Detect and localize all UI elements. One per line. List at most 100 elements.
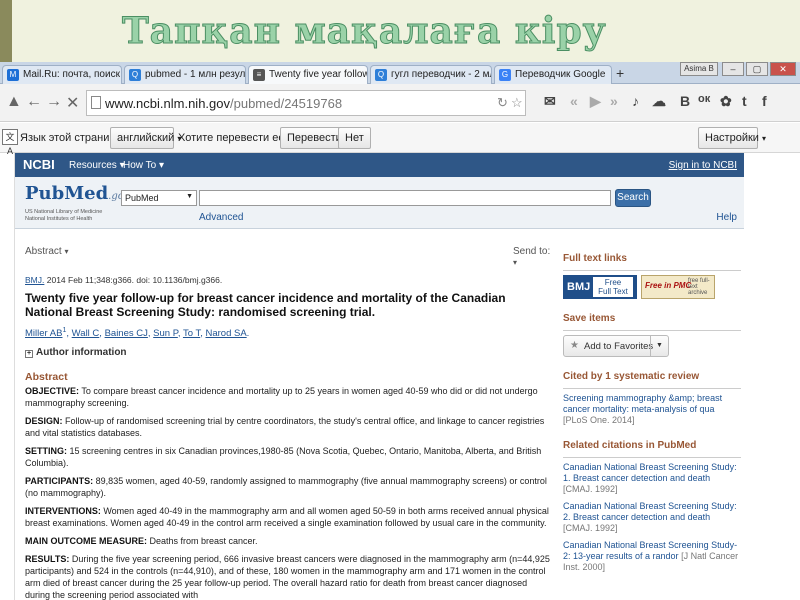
chevron-down-icon: ▼ xyxy=(186,193,193,200)
chevron-down-icon: ▾ xyxy=(158,160,164,171)
tab-label: гугл переводчик - 2 млн ре xyxy=(391,69,491,80)
author-list: Miller AB1, Wall C, Baines CJ, Sun P, To… xyxy=(25,327,250,340)
page-icon xyxy=(91,96,101,109)
divider xyxy=(563,388,741,389)
author-link[interactable]: Sun P xyxy=(153,328,178,339)
tab-label: pubmed - 1 млн результат xyxy=(145,69,246,80)
abstract-section: PARTICIPANTS: 89,835 women, aged 40-59, … xyxy=(25,476,547,498)
mymail-icon[interactable]: ✿ xyxy=(720,93,732,110)
facebook-icon[interactable]: f xyxy=(762,93,767,109)
slide-title: Тапқан мақалаға кіру xyxy=(122,10,607,53)
translate-question: Хотите перевести ее? xyxy=(178,132,291,144)
database-select[interactable]: PubMed ▼ xyxy=(121,190,197,206)
forward-icon[interactable]: → xyxy=(46,93,62,111)
maximize-button[interactable]: ▢ xyxy=(746,62,768,76)
play-icon[interactable]: ▶ xyxy=(590,93,601,110)
citation: BMJ. 2014 Feb 11;348:g366. doi: 10.1136/… xyxy=(25,275,223,285)
back-icon[interactable]: ← xyxy=(26,93,42,111)
twitter-icon[interactable]: t xyxy=(742,93,747,109)
bookmark-star-icon[interactable]: ☆ xyxy=(511,95,523,111)
page-icon: ≡ xyxy=(253,69,265,81)
close-window-button[interactable]: ✕ xyxy=(770,62,796,76)
new-tab-button[interactable]: + xyxy=(616,65,624,81)
nih-label: National Institutes of Health xyxy=(25,216,93,222)
bmj-free-label: Free Full Text xyxy=(593,277,633,297)
chat-icon[interactable]: ☁ xyxy=(652,93,666,110)
bmj-fulltext-link[interactable]: BMJ Free Full Text xyxy=(563,275,637,299)
abstract-section: OBJECTIVE: To compare breast cancer inci… xyxy=(25,386,538,408)
related-citation-link[interactable]: Canadian National Breast Screening Study… xyxy=(563,462,741,495)
related-citation-link[interactable]: Canadian National Breast Screening Study… xyxy=(563,501,741,534)
tab-label: Mail.Ru: почта, поиск в инт xyxy=(23,69,121,80)
resources-menu[interactable]: Resources ▾ xyxy=(69,160,125,171)
related-citation-link[interactable]: Canadian National Breast Screening Study… xyxy=(563,540,741,573)
web-page: NCBI Resources ▾ How To ▾ Sign in to NCB… xyxy=(14,153,745,600)
abstract-heading: Abstract xyxy=(25,371,68,383)
save-items-heading: Save items xyxy=(563,313,616,324)
tab-mailru[interactable]: M Mail.Ru: почта, поиск в инт xyxy=(2,65,122,84)
chevron-down-icon: ▾ xyxy=(762,134,767,143)
pmc-archive-label: free full-text archive xyxy=(688,278,710,296)
bmj-logo: BMJ xyxy=(567,281,591,293)
search-input[interactable] xyxy=(199,190,611,206)
translate-bar: 文A Язык этой страницы: английский ▾ Хоти… xyxy=(0,123,800,156)
abstract-body: OBJECTIVE: To compare breast cancer inci… xyxy=(25,385,553,600)
pmc-fulltext-link[interactable]: Free in PMC free full-text archive xyxy=(641,275,715,299)
rewind-icon[interactable]: « xyxy=(570,93,578,109)
journal-link[interactable]: BMJ. xyxy=(25,275,44,285)
vk-icon[interactable]: В xyxy=(680,93,690,109)
abstract-section: INTERVENTIONS: Women aged 40-49 in the m… xyxy=(25,506,549,528)
odnoklassniki-icon[interactable]: ок xyxy=(698,93,710,105)
pubmed-logo[interactable]: PubMed.gov xyxy=(25,183,129,204)
abstract-section: SETTING: 15 screening centres in six Can… xyxy=(25,446,542,468)
nlm-label: US National Library of Medicine xyxy=(25,209,103,215)
user-profile-button[interactable]: Asima B xyxy=(680,62,718,76)
author-link[interactable]: Narod SA xyxy=(205,328,246,339)
abstract-section: DESIGN: Follow-up of randomised screenin… xyxy=(25,416,545,438)
no-translate-button[interactable]: Нет xyxy=(338,127,371,149)
author-information-toggle[interactable]: + Author information xyxy=(25,347,127,358)
refresh-icon[interactable]: ↻ xyxy=(497,95,508,111)
author-link[interactable]: Baines CJ xyxy=(105,328,148,339)
author-link[interactable]: Wall C xyxy=(72,328,100,339)
author-link[interactable]: Miller AB xyxy=(25,328,62,339)
expand-plus-icon: + xyxy=(25,350,33,358)
fulltext-heading: Full text links xyxy=(563,253,627,264)
tab-pubmed-search[interactable]: Q pubmed - 1 млн результат xyxy=(124,65,246,84)
translate-settings-button[interactable]: Настройки ▾ xyxy=(698,127,766,149)
home-icon[interactable]: ▲ xyxy=(6,93,22,111)
music-icon[interactable]: ♪ xyxy=(632,93,639,109)
page-margin xyxy=(744,153,800,600)
advanced-search-link[interactable]: Advanced xyxy=(199,212,243,223)
chevron-down-icon[interactable]: ▼ xyxy=(650,336,668,356)
mail-icon[interactable]: ✉ xyxy=(544,93,556,110)
cited-by-link[interactable]: Screening mammography &amp; breast cance… xyxy=(563,393,741,426)
author-link[interactable]: To T xyxy=(183,328,200,339)
abstract-section: RESULTS: During the five year screening … xyxy=(25,554,550,600)
right-sidebar: Full text links BMJ Free Full Text Free i… xyxy=(563,253,741,579)
format-dropdown[interactable]: Abstract ▾ xyxy=(25,246,68,257)
address-bar[interactable]: www.ncbi.nlm.nih.gov/pubmed/24519768 ↻ ☆ xyxy=(86,90,526,116)
tab-google-translate-search[interactable]: Q гугл переводчик - 2 млн ре xyxy=(370,65,492,84)
chevron-down-icon: ▾ xyxy=(64,247,69,256)
article-title: Twenty five year follow-up for breast ca… xyxy=(25,291,506,319)
minimize-button[interactable]: – xyxy=(722,62,744,76)
send-to-dropdown[interactable]: Send to: ▾ xyxy=(513,246,553,268)
browser-nav-bar: ▲ ← → ✕ www.ncbi.nlm.nih.gov/pubmed/2451… xyxy=(0,84,800,122)
fast-forward-icon[interactable]: » xyxy=(610,93,618,109)
reload-icon[interactable]: ✕ xyxy=(66,93,79,113)
signin-link[interactable]: Sign in to NCBI xyxy=(669,160,737,171)
mailru-icon: M xyxy=(7,69,19,81)
language-select[interactable]: английский ▾ xyxy=(110,127,181,149)
pmc-logo: Free in PMC xyxy=(645,281,692,290)
ncbi-logo[interactable]: NCBI xyxy=(23,157,55,172)
search-button[interactable]: Search xyxy=(615,189,651,207)
howto-menu[interactable]: How To ▾ xyxy=(123,160,164,171)
tab-label: Переводчик Google xyxy=(515,69,606,80)
tab-article[interactable]: ≡ Twenty five year follow-up f xyxy=(248,65,368,84)
help-link[interactable]: Help xyxy=(716,212,737,223)
google-translate-icon: G xyxy=(499,69,511,81)
chevron-down-icon: ▾ xyxy=(513,258,518,267)
add-to-favorites-button[interactable]: ★ Add to Favorites ▼ xyxy=(563,335,669,357)
tab-google-translate[interactable]: G Переводчик Google xyxy=(494,65,612,84)
